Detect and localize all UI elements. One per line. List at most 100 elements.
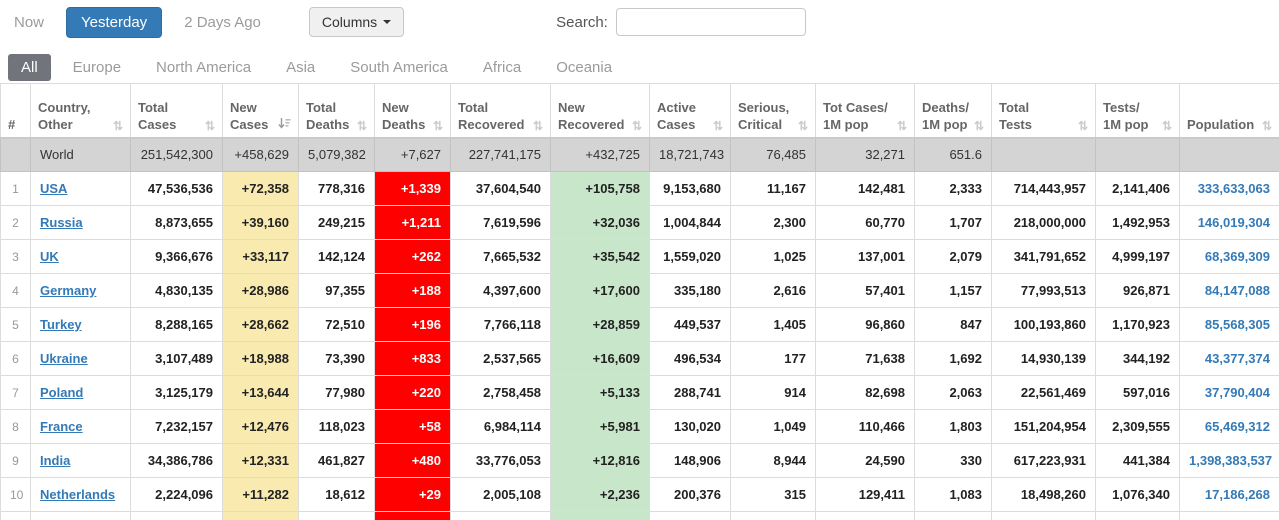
cell-new-cases [223, 512, 299, 520]
column-header-tot-cases-1m[interactable]: Tot Cases/1M pop⇅ [816, 84, 915, 138]
tab-asia[interactable]: Asia [273, 54, 328, 81]
cell-new-recovered: +432,725 [551, 138, 650, 172]
cell-total-deaths: 461,827 [299, 444, 375, 478]
country-link[interactable]: Turkey [40, 317, 82, 332]
column-header-label: TotalDeaths [306, 99, 349, 133]
column-header-label: NewDeaths [382, 99, 425, 133]
column-header-new-deaths[interactable]: NewDeaths⇅ [375, 84, 451, 138]
caret-down-icon [383, 20, 391, 24]
cell-active-cases: 496,534 [650, 342, 731, 376]
cell-new-recovered: +17,600 [551, 274, 650, 308]
time-filter-yesterday[interactable]: Yesterday [66, 7, 162, 38]
cell-deaths-1m: 1,707 [915, 206, 992, 240]
cell-serious-critical: 177 [731, 342, 816, 376]
cell-deaths-1m: 1,083 [915, 478, 992, 512]
column-header-population[interactable]: Population⇅ [1180, 84, 1279, 138]
column-header-total-tests[interactable]: TotalTests⇅ [992, 84, 1096, 138]
cell-rank: 8 [1, 410, 31, 444]
column-header-tests-1m[interactable]: Tests/1M pop⇅ [1096, 84, 1180, 138]
country-link[interactable]: Poland [40, 385, 83, 400]
cell-tot-cases-1m [816, 512, 915, 520]
tab-europe[interactable]: Europe [60, 54, 134, 81]
cell-total-tests: 218,000,000 [992, 206, 1096, 240]
cell-active-cases: 148,906 [650, 444, 731, 478]
country-link[interactable]: UK [40, 249, 59, 264]
table-row: 6Ukraine3,107,489+18,98873,390+8332,537,… [1, 342, 1279, 376]
cell-total-recovered: 2,005,108 [451, 478, 551, 512]
sort-icon: ⇅ [113, 119, 123, 133]
cell-new-cases: +18,988 [223, 342, 299, 376]
country-link[interactable]: Netherlands [40, 487, 115, 502]
cell-total-tests: 617,223,931 [992, 444, 1096, 478]
toolbar: Now Yesterday 2 Days Ago Columns Search: [0, 0, 1279, 44]
cell-total-tests: 22,561,469 [992, 376, 1096, 410]
columns-button[interactable]: Columns [309, 7, 404, 37]
cell-total-deaths [299, 512, 375, 520]
column-header-deaths-1m[interactable]: Deaths/1M pop⇅ [915, 84, 992, 138]
tab-oceania[interactable]: Oceania [543, 54, 625, 81]
cell-rank: 5 [1, 308, 31, 342]
cell-deaths-1m: 2,333 [915, 172, 992, 206]
cell-population[interactable]: 43,377,374 [1180, 342, 1279, 376]
country-link[interactable]: USA [40, 181, 67, 196]
cell-country: Netherlands [31, 478, 131, 512]
cell-country: UK [31, 240, 131, 274]
time-filter-2-days-ago[interactable]: 2 Days Ago [174, 8, 271, 37]
cell-total-tests: 18,498,260 [992, 478, 1096, 512]
country-link[interactable]: Germany [40, 283, 96, 298]
cell-active-cases: 335,180 [650, 274, 731, 308]
tab-africa[interactable]: Africa [470, 54, 534, 81]
tab-all[interactable]: All [8, 54, 51, 81]
cell-active-cases: 18,721,743 [650, 138, 731, 172]
cell-total-deaths: 249,215 [299, 206, 375, 240]
column-header-active-cases[interactable]: ActiveCases⇅ [650, 84, 731, 138]
cell-total-tests: 341,791,652 [992, 240, 1096, 274]
cell-population[interactable]: 85,568,305 [1180, 308, 1279, 342]
cell-population[interactable]: 65,469,312 [1180, 410, 1279, 444]
column-header-country[interactable]: Country,Other⇅ [31, 84, 131, 138]
cell-population[interactable]: 17,186,268 [1180, 478, 1279, 512]
cell-total-recovered: 37,604,540 [451, 172, 551, 206]
column-header-serious-critical[interactable]: Serious,Critical⇅ [731, 84, 816, 138]
cell-population [1180, 138, 1279, 172]
cell-population[interactable]: 84,147,088 [1180, 274, 1279, 308]
column-header-total-deaths[interactable]: TotalDeaths ⇅ [299, 84, 375, 138]
cell-population[interactable]: 37,790,404 [1180, 376, 1279, 410]
cell-new-cases: +12,331 [223, 444, 299, 478]
cell-serious-critical: 2,300 [731, 206, 816, 240]
cell-new-deaths: +1,339 [375, 172, 451, 206]
column-header-new-cases[interactable]: NewCases [223, 84, 299, 138]
column-header-total-cases[interactable]: TotalCases⇅ [131, 84, 223, 138]
sort-icon: ⇅ [357, 119, 367, 133]
cell-country: Turkey [31, 308, 131, 342]
time-filter-now[interactable]: Now [14, 8, 54, 37]
cell-tests-1m: 1,492,953 [1096, 206, 1180, 240]
cell-population[interactable]: 146,019,304 [1180, 206, 1279, 240]
cell-serious-critical: 315 [731, 478, 816, 512]
cell-tests-1m: 926,871 [1096, 274, 1180, 308]
cell-population[interactable]: 1,398,383,537 [1180, 444, 1279, 478]
cell-total-tests [992, 138, 1096, 172]
cell-population[interactable]: 333,633,063 [1180, 172, 1279, 206]
cell-new-cases: +11,282 [223, 478, 299, 512]
cell-active-cases: 130,020 [650, 410, 731, 444]
column-header-total-recovered[interactable]: TotalRecovered⇅ [451, 84, 551, 138]
columns-button-label: Columns [322, 14, 377, 30]
cell-serious-critical: 1,049 [731, 410, 816, 444]
country-link[interactable]: Russia [40, 215, 83, 230]
cell-rank: 10 [1, 478, 31, 512]
country-link[interactable]: Ukraine [40, 351, 88, 366]
country-link[interactable]: France [40, 419, 83, 434]
search-input[interactable] [616, 8, 806, 36]
cell-new-recovered: +28,859 [551, 308, 650, 342]
tab-north-america[interactable]: North America [143, 54, 264, 81]
cell-new-recovered: +16,609 [551, 342, 650, 376]
cell-population[interactable]: 68,369,309 [1180, 240, 1279, 274]
cell-country: Ukraine [31, 342, 131, 376]
cell-tot-cases-1m: 60,770 [816, 206, 915, 240]
column-header-label: ActiveCases [657, 99, 696, 133]
tab-south-america[interactable]: South America [337, 54, 461, 81]
cell-rank: 9 [1, 444, 31, 478]
country-link[interactable]: India [40, 453, 70, 468]
column-header-new-recovered[interactable]: NewRecovered⇅ [551, 84, 650, 138]
